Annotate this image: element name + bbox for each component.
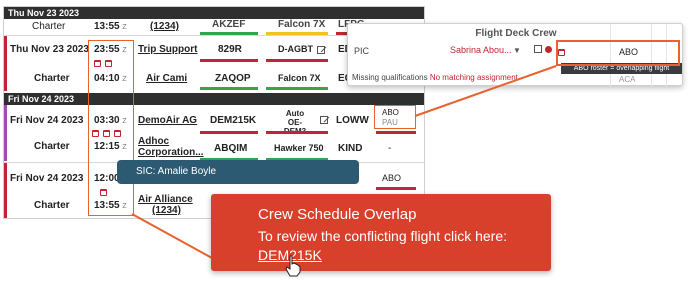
aircraft-type: D-AGBT	[278, 44, 325, 54]
status-bar	[266, 131, 328, 134]
row-accent	[4, 163, 7, 218]
customer-link[interactable]: DemoAir AG	[138, 115, 197, 126]
customer-link[interactable]: Adhoc Corporation...	[138, 136, 204, 158]
sic-tooltip: SIC: Amalie Boyle	[117, 160, 359, 184]
tail-number: 829R	[218, 44, 242, 55]
overlap-callout: Crew Schedule Overlap To review the conf…	[211, 194, 551, 271]
pic-label: PIC	[354, 46, 370, 56]
edit-icon-wrap	[316, 115, 328, 126]
crew-code: -	[388, 143, 392, 154]
aircraft-type: Hawker 750	[274, 143, 324, 153]
hand-cursor-icon	[285, 255, 301, 277]
crew-code: ACA	[619, 75, 636, 84]
day-header: Thu Nov 23 2023	[4, 7, 424, 19]
edit-icon[interactable]	[320, 116, 328, 125]
status-bar	[266, 87, 328, 90]
arrival-time: 13:55 Z	[94, 21, 127, 32]
missing-qualifications: Missing qualifications No matching assig…	[352, 73, 518, 82]
customer-link[interactable]: (1234)	[150, 21, 179, 32]
crew-highlight	[374, 105, 416, 129]
alert-dot-icon	[545, 46, 552, 53]
customer-link[interactable]: Air Cami	[146, 73, 187, 84]
status-bar	[266, 59, 328, 62]
flight-date: Fri Nov 24 2023	[10, 115, 84, 126]
panel-highlight	[556, 40, 680, 66]
callout-body: To review the conflicting flight click h…	[258, 228, 507, 244]
tail-number: ZAQOP	[215, 73, 251, 84]
edit-icon[interactable]	[317, 45, 325, 54]
customer-link[interactable]: Air Alliance	[138, 194, 193, 205]
customer-link[interactable]: Trip Support	[138, 44, 197, 55]
flight-type: Charter	[32, 21, 66, 32]
customer-id-link[interactable]: (1234)	[152, 205, 181, 216]
row-accent	[4, 105, 7, 161]
airport-code: KIND	[338, 143, 363, 154]
aircraft-type: Falcon 7X	[278, 73, 321, 83]
aircraft-type: Falcon 7X	[278, 19, 326, 30]
pic-select[interactable]: Sabrina Abou...	[450, 45, 512, 55]
status-bar	[376, 131, 416, 134]
flight-type: Charter	[34, 200, 70, 211]
airport-code: LOWW	[336, 115, 369, 126]
chevron-down-icon[interactable]: ▼	[513, 46, 521, 55]
panel-title: Flight Deck Crew	[475, 28, 557, 39]
flight-date: Thu Nov 23 2023	[10, 44, 89, 55]
flight-type: Charter	[34, 73, 70, 84]
crew-code[interactable]: ABO	[382, 173, 401, 183]
row-accent	[4, 36, 7, 91]
day-header: Fri Nov 24 2023	[4, 93, 424, 105]
tail-number: DEM215K	[210, 115, 257, 126]
status-bar	[200, 131, 258, 134]
flight-date: Fri Nov 24 2023	[10, 173, 84, 184]
status-bar	[200, 87, 258, 90]
time-column-highlight	[88, 40, 134, 216]
external-link-icon[interactable]	[534, 45, 542, 53]
status-bar	[376, 187, 416, 190]
status-bar	[200, 59, 258, 62]
flight-type: Charter	[34, 141, 70, 152]
callout-title: Crew Schedule Overlap	[258, 206, 417, 223]
tail-number: AKZEF	[212, 19, 246, 30]
tail-number: ABQIM	[214, 143, 248, 154]
